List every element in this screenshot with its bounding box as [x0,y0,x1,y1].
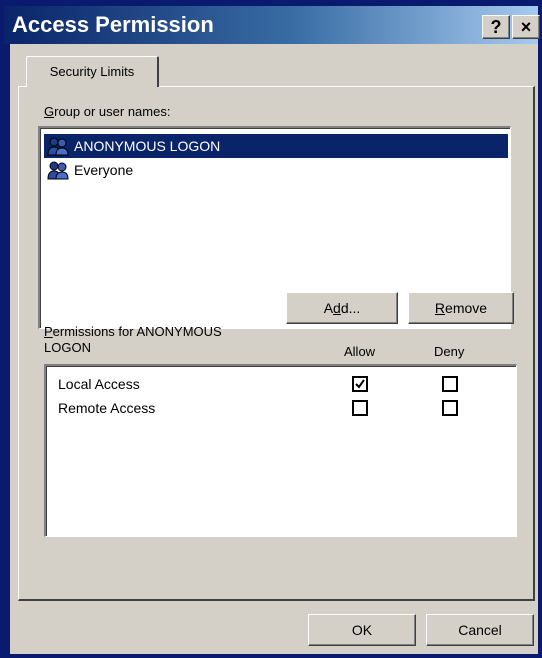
add-button[interactable]: Add... [286,292,398,324]
list-item-anonymous-logon[interactable]: ANONYMOUS LOGON [44,134,508,158]
user-item-label: Everyone [74,162,134,178]
close-button[interactable]: × [512,15,540,39]
group-label-mnemonic: G [44,104,55,119]
list-item-everyone[interactable]: Everyone [44,158,139,182]
group-names-label: Group or user names: [44,104,170,119]
help-button[interactable]: ? [482,15,510,39]
checkmark-icon [355,379,365,389]
remote-access-allow-checkbox[interactable] [352,400,368,416]
permissions-heading-line1: Permissions for ANONYMOUS [44,324,222,339]
permission-label: Local Access [58,376,140,392]
ok-button[interactable]: OK [308,614,416,646]
tab-security-limits[interactable]: Security Limits [26,56,159,87]
title-bar[interactable]: Access Permission ? × [4,6,540,44]
access-permission-window: Access Permission ? × Security Limits Gr… [0,0,542,658]
deny-column-header: Deny [434,344,465,359]
add-button-label: Add... [323,300,361,316]
remove-button[interactable]: Remove [408,292,514,324]
permissions-heading-line2: LOGON [44,340,91,355]
group-label-rest: roup or user names: [54,104,171,119]
permission-row-remote-access: Remote Access [58,396,155,420]
local-access-deny-checkbox[interactable] [442,376,458,392]
user-group-icon [47,137,69,156]
cancel-button-label: Cancel [458,622,502,638]
permission-row-local-access: Local Access [58,372,140,396]
user-item-label: ANONYMOUS LOGON [74,138,221,154]
dialog-body: Security Limits Group or user names: ANO… [10,44,538,654]
allow-column-header: Allow [344,344,376,359]
permissions-list: Local Access Remote Access [44,364,517,537]
permission-label: Remote Access [58,400,156,416]
cancel-button[interactable]: Cancel [426,614,534,646]
local-access-allow-checkbox[interactable] [352,376,368,392]
remove-button-label: Remove [434,300,488,316]
remote-access-deny-checkbox[interactable] [442,400,458,416]
permissions-heading: Permissions for ANONYMOUS LOGON [44,324,222,356]
window-title: Access Permission [12,12,214,37]
user-group-icon [47,161,69,180]
ok-button-label: OK [351,622,373,638]
